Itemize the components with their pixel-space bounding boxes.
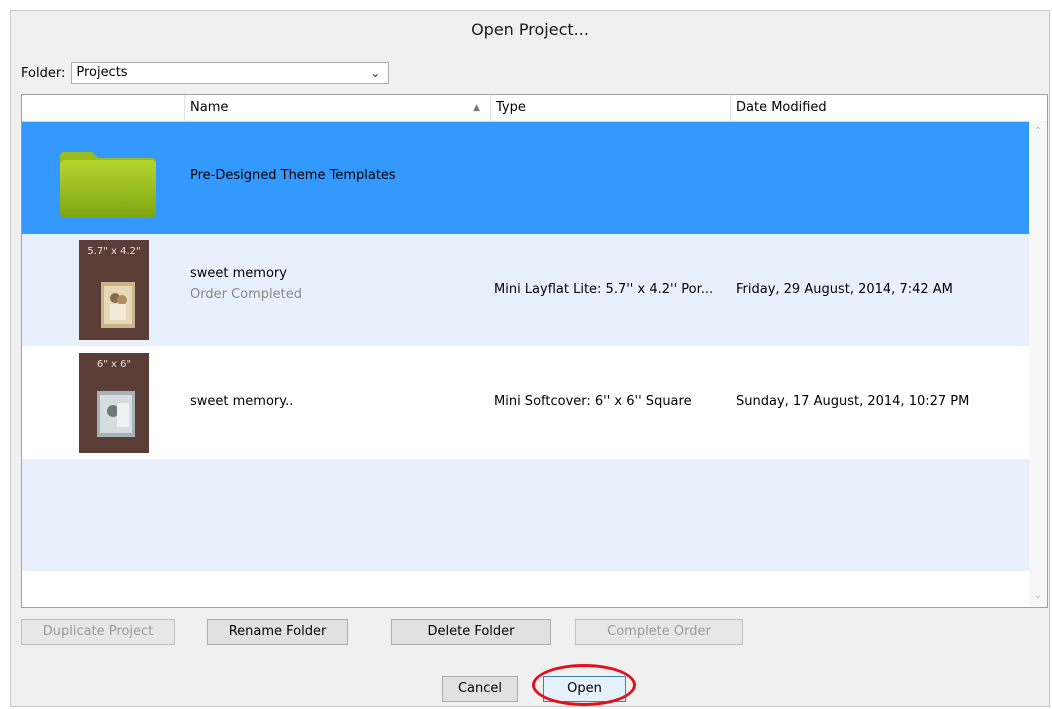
thumbnail-size-label: 6" x 6" <box>96 359 132 370</box>
dialog-title: Open Project... <box>471 20 589 39</box>
column-header-type[interactable]: Type <box>490 95 730 121</box>
column-header-name[interactable]: Name ▲ <box>184 95 490 121</box>
row-type: Mini Layflat Lite: 5.7'' x 4.2'' Por... <box>494 282 714 297</box>
empty-row <box>22 459 1031 571</box>
open-project-dialog: Open Project... Folder: Projects ⌄ Name … <box>10 10 1050 707</box>
scroll-down-icon[interactable]: ⌄ <box>1029 587 1047 605</box>
row-date: Friday, 29 August, 2014, 7:42 AM <box>736 282 953 297</box>
row-date: Sunday, 17 August, 2014, 10:27 PM <box>736 394 970 409</box>
vertical-scrollbar[interactable]: ⌃ ⌄ <box>1029 121 1047 607</box>
row-name: sweet memory.. <box>190 394 294 409</box>
thumbnail-size-label: 5.7" x 4.2" <box>87 246 141 257</box>
project-list[interactable]: Name ▲ Type Date Modified Pre-Designed T… <box>21 94 1048 608</box>
folder-row: Folder: Projects ⌄ <box>21 61 390 85</box>
sort-ascending-icon: ▲ <box>473 103 480 113</box>
project-status: Order Completed <box>190 287 302 302</box>
row-name: Pre-Designed Theme Templates <box>190 168 396 183</box>
complete-order-button[interactable]: Complete Order <box>575 619 743 645</box>
list-header: Name ▲ Type Date Modified <box>22 95 1031 122</box>
duplicate-project-button[interactable]: Duplicate Project <box>21 619 175 645</box>
folder-select[interactable]: Projects ⌄ <box>71 62 390 84</box>
header-blank <box>22 95 184 121</box>
book-cover-image <box>101 282 135 328</box>
project-name: sweet memory <box>190 266 287 281</box>
delete-folder-button[interactable]: Delete Folder <box>391 619 551 645</box>
list-item[interactable]: Pre-Designed Theme Templates <box>22 122 1031 234</box>
chevron-down-icon: ⌄ <box>370 66 381 80</box>
list-item[interactable]: 6" x 6" sweet memory.. Mini Softcover: 6… <box>22 346 1031 459</box>
column-header-date[interactable]: Date Modified <box>730 95 1031 121</box>
book-cover-image <box>97 391 135 437</box>
row-type: Mini Softcover: 6'' x 6'' Square <box>494 394 692 409</box>
project-thumbnail: 5.7" x 4.2" <box>79 240 149 340</box>
folder-icon <box>60 152 156 218</box>
row-name: sweet memory Order Completed <box>190 266 302 302</box>
cancel-button[interactable]: Cancel <box>442 676 518 702</box>
rename-folder-button[interactable]: Rename Folder <box>207 619 348 645</box>
highlight-annotation <box>532 664 636 706</box>
list-item[interactable]: 5.7" x 4.2" sweet memory Order Completed… <box>22 234 1031 346</box>
folder-select-value: Projects <box>76 65 128 80</box>
folder-label: Folder: <box>21 65 66 81</box>
project-thumbnail: 6" x 6" <box>79 353 149 453</box>
scroll-up-icon[interactable]: ⌃ <box>1029 123 1047 141</box>
